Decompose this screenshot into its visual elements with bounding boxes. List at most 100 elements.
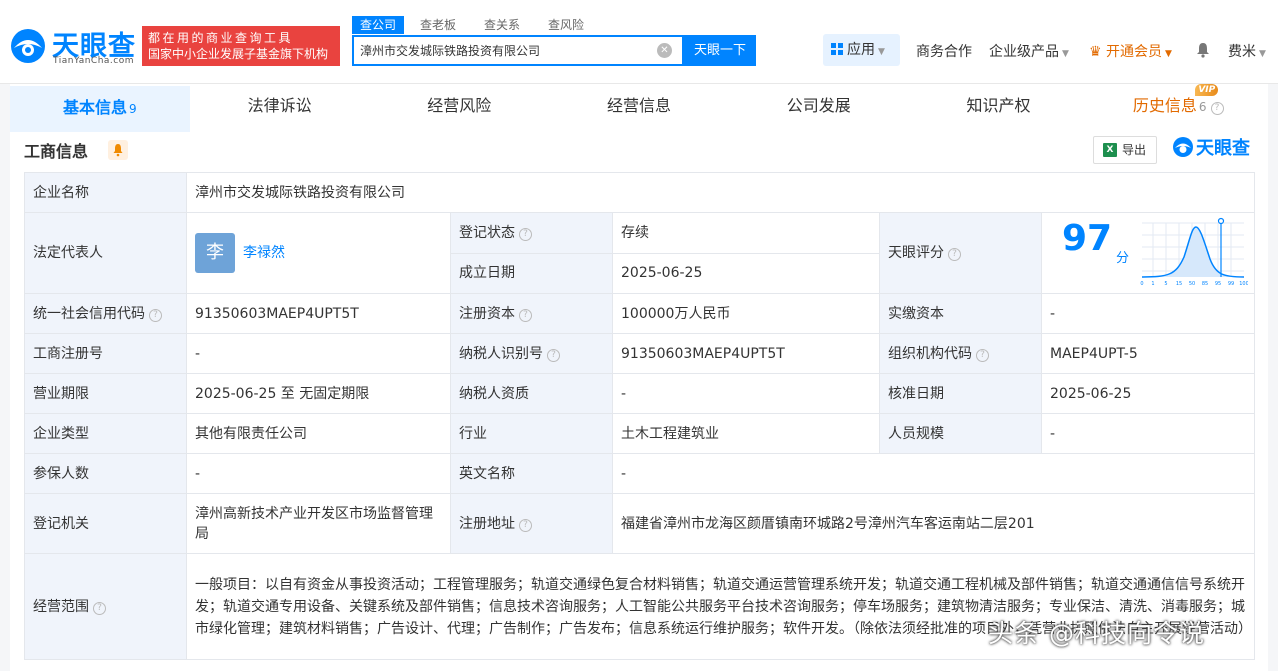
help-icon[interactable]: ? [547, 348, 560, 362]
apps-label: 应用 [847, 42, 875, 58]
company-nav-tabs: 基本信息 9 法律诉讼 经营风险 经营信息 公司发展 知识产权 历史信息 6? VI… [10, 84, 1269, 132]
tab-count: 6 [1198, 100, 1207, 114]
help-icon[interactable]: ? [519, 227, 532, 241]
tab-count: 9 [129, 102, 137, 116]
search-tab-risk[interactable]: 查风险 [540, 16, 592, 34]
apps-menu-button[interactable]: 应用 ▼ [823, 34, 900, 66]
vip-menu[interactable]: ♛ 开通会员 ▼ [1089, 41, 1172, 61]
search-button[interactable]: 天眼一下 [684, 35, 756, 66]
search-input[interactable] [354, 37, 644, 64]
vip-label: 开通会员 [1106, 44, 1163, 60]
axis-tick: 95 [1215, 281, 1221, 287]
brand-watermark: 天眼查 [1172, 134, 1250, 160]
reg-status: 存续 [612, 212, 880, 254]
user-name: 费米 [1228, 44, 1256, 60]
term: 2025-06-25 至 无固定期限 [186, 373, 451, 414]
score-label: 天眼评分? [879, 212, 1042, 294]
chevron-down-icon: ▼ [1165, 49, 1172, 59]
user-menu[interactable]: 费米 ▼ [1228, 41, 1266, 61]
insured-label: 参保人数 [24, 453, 187, 494]
business-info-panel: 工商信息 X 导出 天眼查 企业名称 漳州市交发城际铁路投资有限公司 法定代表人… [10, 132, 1268, 671]
label-text: 经营范围 [33, 598, 89, 615]
paid-capital-label: 实缴资本 [879, 293, 1042, 334]
company-name-label: 企业名称 [24, 172, 187, 213]
tab-operation[interactable]: 经营信息 [549, 84, 729, 132]
reg-capital-label: 注册资本? [450, 293, 613, 334]
paid-capital: - [1040, 293, 1256, 334]
site-logo[interactable]: 天眼查 TianYanCha.com [8, 24, 138, 70]
table-row: 企业类型 其他有限责任公司 行业 土木工程建筑业 人员规模 - [24, 413, 1256, 454]
axis-tick: 99 [1228, 281, 1234, 287]
score-value: 97 [1062, 218, 1113, 259]
search-tab-boss[interactable]: 查老板 [412, 16, 464, 34]
avatar[interactable]: 李 [195, 233, 235, 273]
brand-text: 天眼查 [1196, 138, 1250, 159]
top-header: 天眼查 TianYanCha.com 都在用的商业查询工具 国家中小企业发展子基… [0, 0, 1278, 84]
help-icon[interactable]: ? [1210, 102, 1224, 115]
label-text: 注册资本 [459, 305, 515, 322]
help-icon[interactable]: ? [519, 308, 532, 322]
label-text: 组织机构代码 [888, 345, 972, 362]
org-code: MAEP4UPT-5 [1040, 333, 1256, 374]
company-type-label: 企业类型 [24, 413, 187, 454]
reg-authority-label: 登记机关 [24, 493, 187, 554]
bell-icon[interactable] [1196, 42, 1210, 58]
org-code-label: 组织机构代码? [879, 333, 1042, 374]
search-box: ✕ [352, 35, 684, 66]
enterprise-products-menu[interactable]: 企业级产品 ▼ [989, 41, 1069, 61]
table-row: 登记机关 漳州高新技术产业开发区市场监督管理局 注册地址? 福建省漳州市龙海区颜… [24, 493, 1256, 554]
tab-ip[interactable]: 知识产权 [908, 84, 1089, 132]
tab-development[interactable]: 公司发展 [728, 84, 909, 132]
vip-badge: VIP [1195, 84, 1219, 96]
chevron-down-icon: ▼ [1259, 49, 1266, 59]
credit-code-label: 统一社会信用代码? [24, 293, 187, 334]
tab-risk[interactable]: 经营风险 [369, 84, 550, 132]
help-icon[interactable]: ? [93, 601, 106, 615]
tab-legal[interactable]: 法律诉讼 [189, 84, 370, 132]
promo-line-1: 都在用的商业查询工具 [148, 31, 294, 45]
insured: - [186, 453, 451, 494]
industry: 土木工程建筑业 [612, 413, 880, 454]
tab-label: 经营风险 [427, 96, 492, 115]
term-label: 营业期限 [24, 373, 187, 414]
credit-code: 91350603MAEP4UPT5T [186, 293, 451, 334]
legal-rep-cell: 李李禄然 [186, 212, 451, 294]
score-cell[interactable]: 97 分 0 1 5 15 50 85 95 99 100 [1040, 212, 1256, 294]
search-tab-relation[interactable]: 查关系 [476, 16, 528, 34]
tab-label: 知识产权 [966, 96, 1031, 115]
logo-eye-icon [11, 29, 45, 63]
score-unit: 分 [1116, 251, 1130, 266]
axis-tick: 85 [1202, 281, 1208, 287]
excel-icon: X [1103, 143, 1117, 157]
export-button[interactable]: X 导出 [1093, 136, 1157, 164]
tab-history[interactable]: 历史信息 6? VIP [1088, 84, 1269, 132]
help-icon[interactable]: ? [976, 348, 989, 362]
table-row: 统一社会信用代码? 91350603MAEP4UPT5T 注册资本? 10000… [24, 293, 1256, 334]
alert-bell-icon[interactable] [108, 140, 128, 160]
table-row: 参保人数 - 英文名称 - [24, 453, 1256, 494]
promo-banner[interactable]: 都在用的商业查询工具 国家中小企业发展子基金旗下机构 [142, 26, 340, 66]
label-text: 注册地址 [459, 515, 515, 532]
reg-status-label: 登记状态? [450, 212, 613, 254]
legal-rep-label: 法定代表人 [24, 212, 187, 294]
clear-icon[interactable]: ✕ [657, 43, 672, 58]
table-row: 工商注册号 - 纳税人识别号? 91350603MAEP4UPT5T 组织机构代… [24, 333, 1256, 374]
help-icon[interactable]: ? [519, 518, 532, 532]
english-name: - [611, 453, 1256, 494]
staff-size: - [1040, 413, 1256, 454]
help-icon[interactable]: ? [149, 308, 162, 322]
enterprise-products-label: 企业级产品 [989, 44, 1059, 60]
taxpayer-qual: - [612, 373, 880, 414]
tab-label: 经营信息 [607, 96, 672, 115]
business-coop-link[interactable]: 商务合作 [916, 41, 972, 61]
tab-label: 历史信息 [1132, 96, 1197, 115]
taxpayer-id-label: 纳税人识别号? [450, 333, 613, 374]
legal-rep-link[interactable]: 李禄然 [243, 245, 285, 261]
label-text: 纳税人识别号 [459, 345, 543, 362]
reg-address-label: 注册地址? [450, 493, 613, 554]
search-tab-company[interactable]: 查公司 [352, 16, 405, 34]
found-date: 2025-06-25 [612, 252, 880, 294]
tab-basic-info[interactable]: 基本信息 9 [10, 84, 190, 132]
section-title: 工商信息 [24, 142, 89, 161]
help-icon[interactable]: ? [948, 248, 961, 261]
